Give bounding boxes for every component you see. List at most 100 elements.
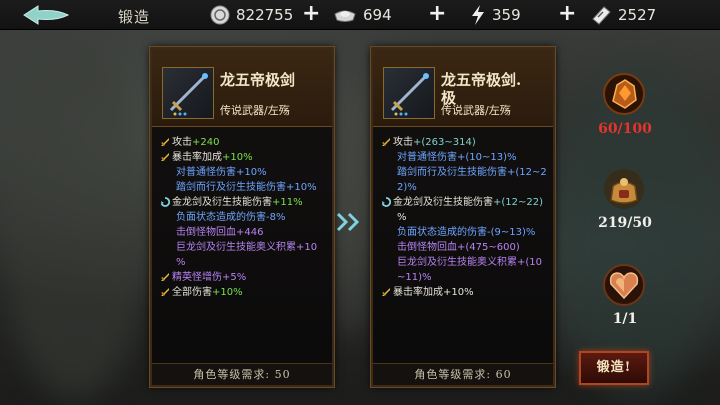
stat-line: 暴击率加成+10% <box>160 150 330 165</box>
stat-label: 全部伤害 <box>172 287 212 298</box>
stat-label: 金龙剑及衍生技能伤害 <box>393 197 493 208</box>
sword-bullet-icon <box>381 287 391 297</box>
stat-value: +10% <box>236 167 267 178</box>
stat-label: ~11)% <box>397 272 432 283</box>
stat-label: 负面状态造成的伤害 <box>176 212 266 223</box>
stat-line: 击倒怪物回血+446 <box>160 225 330 240</box>
forge-button[interactable]: 锻造! <box>579 351 649 385</box>
page-title: 锻造 <box>118 8 151 26</box>
currency-coins: 822755 <box>210 4 293 26</box>
stat-list: 攻击+240 暴击率加成+10% 对普通怪伤害+10% 踏剑而行及衍生技能伤害+10%… <box>160 135 330 300</box>
coins-value: 822755 <box>236 6 294 24</box>
top-bar: 锻造 822755 + 694 + 359 + 2527 <box>0 0 720 30</box>
stat-line: 全部伤害+10% <box>160 285 330 300</box>
weapon-icon[interactable] <box>383 67 435 119</box>
stamina-value: 359 <box>492 6 521 24</box>
ticket-icon <box>592 6 611 25</box>
fire-ore-icon[interactable] <box>603 73 645 115</box>
weapon-header: 龙五帝极剑 传说武器/左殇 <box>152 49 332 127</box>
sword-bullet-icon <box>160 152 170 162</box>
stat-value: +11% <box>272 197 303 208</box>
stat-line: 踏剑而行及衍生技能伤害+10% <box>160 180 330 195</box>
stat-label: 巨龙剑及衍生技能奥义积累 <box>176 242 296 253</box>
treasure-bag-icon[interactable] <box>603 168 645 210</box>
currency-stamina: 359 <box>470 4 521 26</box>
material-count: 219/50 <box>598 215 652 231</box>
stat-label: % <box>397 212 407 223</box>
add-silver-button[interactable]: + <box>428 3 446 25</box>
back-button[interactable] <box>20 4 72 26</box>
stat-line: 负面状态造成的伤害-8% <box>160 210 330 225</box>
stat-label: 2)% <box>397 182 417 193</box>
stat-label: % <box>176 257 186 268</box>
stat-line: % <box>160 255 330 270</box>
weapon-icon[interactable] <box>162 67 214 119</box>
stat-label: 踏剑而行及衍生技能伤害 <box>176 182 286 193</box>
stat-label: 击倒怪物回血 <box>397 242 457 253</box>
stat-value: +10% <box>212 287 243 298</box>
stat-label: 对普通怪伤害 <box>397 152 457 163</box>
stat-value: +446 <box>236 227 264 238</box>
stat-label: 巨龙剑及衍生技能奥义积累 <box>397 257 517 268</box>
swirl-icon <box>381 197 392 207</box>
silver-ingot-icon <box>334 10 356 22</box>
stat-line: 攻击+(263~314) <box>381 135 551 150</box>
stat-line: 对普通怪伤害+(10~13)% <box>381 150 551 165</box>
add-stamina-button[interactable]: + <box>558 3 576 25</box>
stat-value: +(10 <box>517 257 543 268</box>
stat-line: 对普通怪伤害+10% <box>160 165 330 180</box>
next-weapon-panel: 龙五帝极剑. 极 传说武器/左殇 攻击+(263~314) 对普通怪伤害+(10~… <box>371 47 555 387</box>
stat-label: 踏剑而行及衍生技能伤害 <box>397 167 507 178</box>
stat-value: +(263~314) <box>413 137 476 148</box>
stat-value: +10% <box>222 152 253 163</box>
stat-value: +240 <box>192 137 220 148</box>
double-chevron-right-icon <box>336 212 360 232</box>
stat-value: +10% <box>443 287 474 298</box>
stat-value: +(10~13)% <box>457 152 517 163</box>
add-coins-button[interactable]: + <box>302 3 320 25</box>
stat-value: +(475~600) <box>457 242 520 253</box>
sword-icon <box>169 73 208 116</box>
stat-label: 精英怪增伤 <box>172 272 222 283</box>
stat-line: ~11)% <box>381 270 551 285</box>
current-weapon-panel: 龙五帝极剑 传说武器/左殇 攻击+240 暴击率加成+10% 对普通怪伤害+10% 踏… <box>150 47 334 387</box>
stat-value: +(12~2 <box>507 167 547 178</box>
stat-line: % <box>381 210 551 225</box>
stat-value: +10 <box>296 242 318 253</box>
stat-value: +(12~22) <box>493 197 544 208</box>
stat-line: 精英怪增伤+5% <box>160 270 330 285</box>
heart-gem-icon[interactable] <box>603 264 645 306</box>
back-arrow-icon <box>23 5 70 25</box>
sword-bullet-icon <box>381 137 391 147</box>
stat-label: 攻击 <box>393 137 413 148</box>
stat-value: +5% <box>222 272 247 283</box>
weapon-type: 传说武器/左殇 <box>441 104 511 117</box>
weapon-header: 龙五帝极剑. 极 传说武器/左殇 <box>373 49 553 127</box>
stat-line: 踏剑而行及衍生技能伤害+(12~2 <box>381 165 551 180</box>
stat-line: 巨龙剑及衍生技能奥义积累+10 <box>160 240 330 255</box>
stat-value: +10% <box>286 182 317 193</box>
stat-label: 负面状态造成的伤害 <box>397 227 487 238</box>
sword-bullet-icon <box>160 287 170 297</box>
stat-list: 攻击+(263~314) 对普通怪伤害+(10~13)% 踏剑而行及衍生技能伤害+(… <box>381 135 551 300</box>
swirl-icon <box>160 197 171 207</box>
material-count: 60/100 <box>598 121 652 137</box>
coin-icon <box>210 5 230 25</box>
stat-line: 2)% <box>381 180 551 195</box>
stat-line: 金龙剑及衍生技能伤害+(12~22) <box>381 195 551 210</box>
stat-label: 暴击率加成 <box>172 152 222 163</box>
level-requirement: 角色等级需求: 50 <box>152 363 332 385</box>
weapon-type: 传说武器/左殇 <box>220 104 290 117</box>
lightning-icon <box>472 5 484 25</box>
stat-line: 负面状态造成的伤害-(9~13)% <box>381 225 551 240</box>
stat-value: -(9~13)% <box>487 227 536 238</box>
currency-silver: 694 <box>333 4 392 26</box>
stat-label: 金龙剑及衍生技能伤害 <box>172 197 272 208</box>
silver-value: 694 <box>363 6 392 24</box>
tickets-value: 2527 <box>618 6 657 24</box>
sword-icon <box>390 73 429 116</box>
stat-line: 金龙剑及衍生技能伤害+11% <box>160 195 330 210</box>
material-count: 1/1 <box>612 311 638 327</box>
stat-line: 暴击率加成+10% <box>381 285 551 300</box>
stat-label: 攻击 <box>172 137 192 148</box>
